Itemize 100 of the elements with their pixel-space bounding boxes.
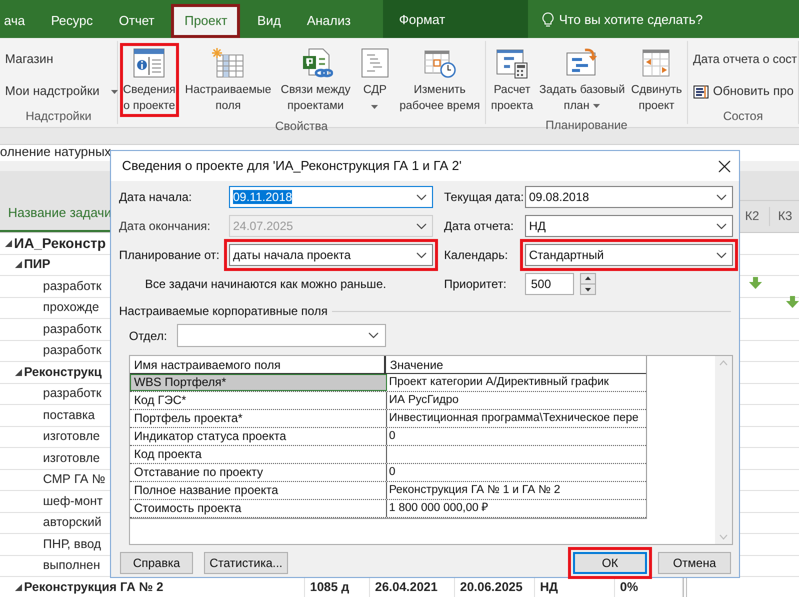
task-name: ИА_Реконстр [14,234,106,253]
ribbon-button[interactable]: Сведения о проекте [120,43,179,117]
gantt-calculator-icon [495,47,530,79]
table-cell[interactable]: Отставание по проекту [130,464,387,481]
field-label: Дата окончания: [119,218,212,235]
task-name: выполнен [43,557,100,574]
group-label: Состоя [722,108,764,124]
spin-arrows-icon[interactable] [580,273,596,295]
chevron-icon [416,252,427,258]
caret-icon [593,104,600,108]
ribbon-button[interactable]: Расчет проекта [488,43,536,117]
group-label: Надстройки [24,108,92,124]
caret-icon [111,90,118,94]
field-label: Текущая дата: [444,189,525,206]
ribbon-button[interactable]: Сдвинуть проект [628,43,685,117]
table-cell-text: НД [540,578,558,596]
ribbon-button[interactable]: Связи между проектами [278,43,354,117]
collapse-triangle-icon[interactable] [15,261,22,268]
dialog-title: Сведения о проекте для 'ИА_Реконструкция ГА 1 и ГА 2' [122,157,463,176]
entry-bar-text: олнение натурных [0,145,112,159]
ribbon-tab[interactable]: Проект [171,4,240,38]
task-name: Реконструкц [24,364,102,381]
field-label: Календарь: [444,247,509,264]
outline-document-icon [360,47,390,79]
table-cell-text: 1 800 000 000,00 ₽ [388,501,490,516]
table-cell-text: 26.04.2021 [375,578,438,596]
ribbon-tab[interactable]: Анализ [294,4,364,38]
task-name: разработк [43,385,102,402]
ribbon-button[interactable]: Задать базовый план [536,43,628,117]
task-name: изготовле [43,428,100,446]
close-icon[interactable] [718,160,731,172]
ribbon-button[interactable]: Изменить рабочее время [396,43,483,117]
collapse-triangle-icon[interactable] [15,584,22,591]
status-date-label: Дата отчета о сост [692,51,798,68]
caret-icon [371,104,378,108]
ribbon-button[interactable]: Мои надстройки [2,79,122,104]
table-cell-text: 1085 д [310,578,350,596]
task-name: шеф-монт [43,492,103,510]
ribbon-button[interactable]: Настраиваемые поля [182,43,274,117]
chevron-icon [716,194,727,200]
chevron-icon [716,252,727,258]
chevron-icon [416,222,427,230]
ribbon-tab[interactable]: Ресурс [38,4,106,38]
group-label: Свойства [274,118,329,134]
note-text: Все задачи начинаются как можно раньше. [144,276,388,293]
dialog-button[interactable]: ОК [568,547,652,579]
task-name: ПНР, ввод [43,536,102,553]
column-header: Название задачи [8,204,112,222]
field-label: Отдел: [129,328,168,344]
field-label: Дата отчета: [444,218,515,235]
table-cell[interactable]: Стоимость проекта [130,500,387,517]
status-update-icon [693,84,709,99]
ribbon-button[interactable]: СДР [356,43,393,118]
table-cell-text: ИА РусГидро [388,393,460,408]
section-heading: Настраиваемые корпоративные поля [119,303,328,320]
table-cell[interactable]: WBS Портфеля* [130,374,387,391]
group-label: Планирование [544,117,628,133]
field-label: Дата начала: [119,189,193,206]
task-name: авторский [43,514,102,532]
task-name: прохожде [43,299,100,316]
table-cell[interactable]: Полное название проекта [130,482,387,499]
task-name: СМР ГА № [43,471,106,488]
info-window-icon [132,47,166,79]
task-name: разработк [43,342,102,360]
tell-me-box[interactable]: Что вы хотите сделать? [559,10,703,29]
chevron-icon [716,222,727,230]
table-cell[interactable]: Код ГЭС* [130,392,387,409]
table-cell-text: Инвестиционная программа\Техническое пере [388,411,640,426]
ribbon-tab[interactable]: Вид [244,4,294,38]
chevron-icon [416,194,427,200]
table-cell-text: 0 [388,465,396,480]
collapse-triangle-icon[interactable] [15,368,22,376]
task-name: разработк [43,278,102,295]
task-name: изготовле [43,450,100,467]
ribbon-tab[interactable]: Формат [399,10,446,29]
table-cell-text: 0% [620,578,638,596]
task-name: ПИР [24,256,50,274]
dropdown-field[interactable] [177,324,386,347]
field-label: Планирование от: [119,247,220,264]
ribbon-tab[interactable]: ача [0,4,38,38]
ribbon-tab[interactable]: Отчет [106,4,168,38]
ribbon-button[interactable]: Магазин [2,46,56,72]
table-cell-text: Реконструкция ГА № 1 и ГА № 2 [388,483,562,498]
dropdown-field[interactable]: даты начала проекта [224,239,438,271]
task-name: Реконструкция ГА № 2 [24,578,164,596]
table-sparkle-icon [211,47,246,79]
table-cell[interactable]: Портфель проекта* [130,410,387,427]
task-name: разработк [43,320,102,338]
lightbulb-icon [542,12,554,27]
table-cell-text: 0 [388,429,396,444]
milestone-arrow-icon [786,296,799,308]
ribbon-button[interactable]: Обновить про [690,79,797,104]
table-cell[interactable]: Индикатор статуса проекта [130,428,387,445]
table-cell-text: Проект категории А/Директивный график [388,375,610,390]
dropdown-field[interactable]: Стандартный [520,239,738,271]
collapse-triangle-icon[interactable] [5,240,12,247]
column-header: Значение [389,357,444,373]
chevron-icon [368,332,380,339]
timescale-label: К3 [769,207,799,226]
table-cell[interactable]: Код проекта [130,446,387,463]
